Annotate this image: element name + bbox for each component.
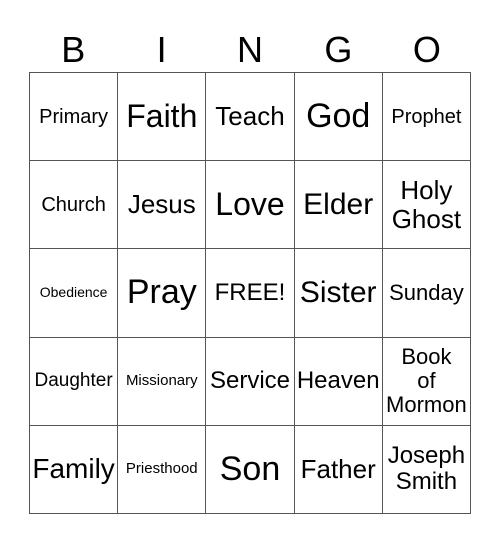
bingo-cell[interactable]: God	[294, 73, 383, 162]
header-letter-i: I	[156, 29, 167, 70]
bingo-cell[interactable]: Family	[30, 425, 119, 514]
bingo-header: B I N G O	[29, 28, 471, 72]
bingo-cell[interactable]: Daughter	[30, 337, 119, 426]
header-letter-o: O	[412, 29, 441, 70]
bingo-cell[interactable]: Sunday	[382, 249, 471, 338]
bingo-cell[interactable]: Teach	[206, 73, 295, 162]
header-letter-g: G	[324, 29, 353, 70]
bingo-cell[interactable]: Obedience	[30, 249, 119, 338]
bingo-cell[interactable]: Love	[206, 161, 295, 250]
bingo-cell[interactable]: Sister	[294, 249, 383, 338]
bingo-cell[interactable]: Joseph Smith	[382, 425, 471, 514]
bingo-cell[interactable]: Father	[294, 425, 383, 514]
bingo-cell[interactable]: Book of Mormon	[382, 337, 471, 426]
bingo-cell[interactable]: Missionary	[118, 337, 207, 426]
bingo-cell[interactable]: Heaven	[294, 337, 383, 426]
bingo-cell[interactable]: Service	[206, 337, 295, 426]
bingo-cell[interactable]: Jesus	[118, 161, 207, 250]
bingo-cell[interactable]: Elder	[294, 161, 383, 250]
bingo-cell[interactable]: Son	[206, 425, 295, 514]
bingo-cell[interactable]: Priesthood	[118, 425, 207, 514]
bingo-cell[interactable]: Pray	[118, 249, 207, 338]
header-letter-n: N	[237, 29, 264, 70]
bingo-cell[interactable]: Holy Ghost	[382, 161, 471, 250]
bingo-cell[interactable]: Faith	[118, 73, 207, 162]
free-space-cell[interactable]: FREE!	[206, 249, 295, 338]
header-letter-b: B	[61, 29, 86, 70]
bingo-card-grid: Primary Faith Teach God Prophet Church J…	[29, 72, 471, 514]
bingo-cell[interactable]: Church	[30, 161, 119, 250]
bingo-cell[interactable]: Prophet	[382, 73, 471, 162]
bingo-cell[interactable]: Primary	[30, 73, 119, 162]
